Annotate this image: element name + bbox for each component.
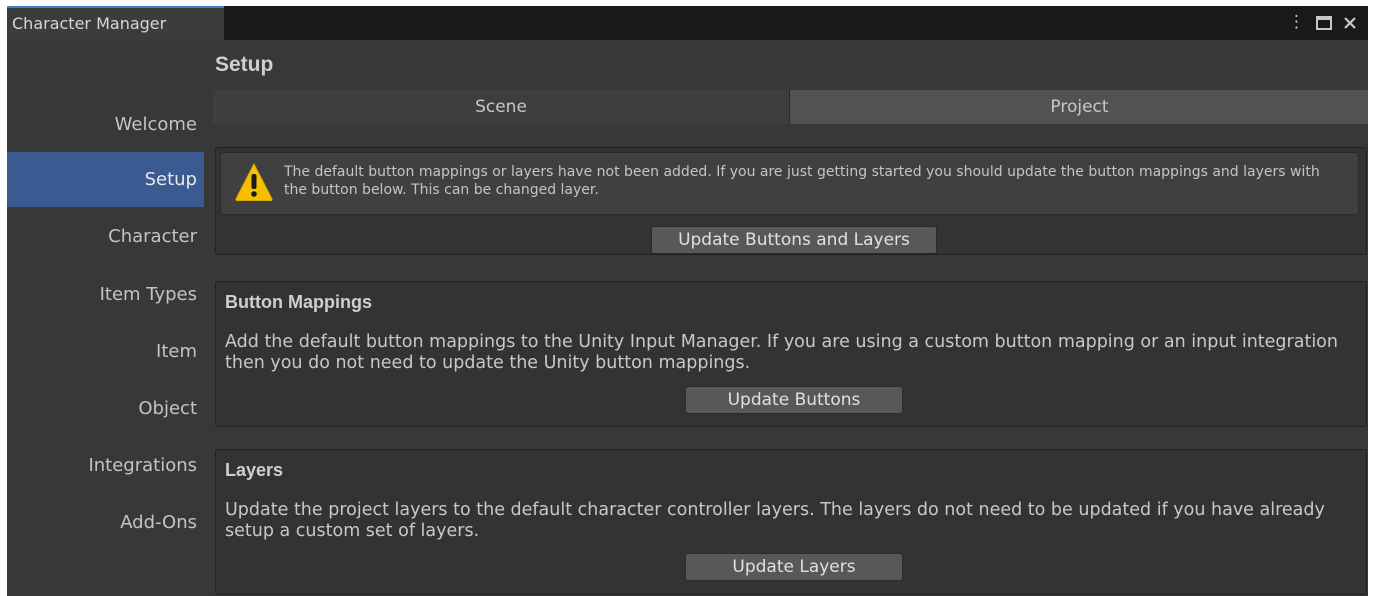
warning-helpbox: The default button mappings or layers ha… <box>220 152 1359 215</box>
more-menu-icon[interactable]: ⋮ <box>1288 6 1305 40</box>
tab-scene[interactable]: Scene <box>213 90 789 124</box>
sidebar-item-integrations[interactable]: Integrations <box>7 438 204 493</box>
update-buttons-button[interactable]: Update Buttons <box>685 386 903 414</box>
button-mappings-title: Button Mappings <box>225 292 372 312</box>
page-title: Setup <box>215 53 274 76</box>
warning-icon <box>235 162 273 206</box>
layers-title: Layers <box>225 460 284 480</box>
character-manager-window: Character Manager ⋮ Welcome Setup Charac… <box>7 6 1368 596</box>
sidebar-item-object[interactable]: Object <box>7 381 204 436</box>
warning-panel: The default button mappings or layers ha… <box>215 147 1367 255</box>
window-title: Character Manager <box>12 14 167 33</box>
sidebar-item-item-types[interactable]: Item Types <box>7 267 204 322</box>
close-icon[interactable] <box>1339 6 1361 40</box>
update-layers-button[interactable]: Update Layers <box>685 553 903 581</box>
sidebar-item-add-ons[interactable]: Add-Ons <box>7 495 204 550</box>
sidebar-item-welcome[interactable]: Welcome <box>7 97 204 152</box>
tab-project[interactable]: Project <box>789 90 1368 124</box>
sidebar: Welcome Setup Character Item Types Item … <box>7 40 204 596</box>
layers-description: Update the project layers to the default… <box>225 500 1325 541</box>
main-content: Setup Scene Project The default button m… <box>205 40 1368 596</box>
sidebar-item-character[interactable]: Character <box>7 209 204 264</box>
maximize-icon[interactable] <box>1312 6 1336 40</box>
update-buttons-and-layers-button[interactable]: Update Buttons and Layers <box>651 226 937 254</box>
button-mappings-description: Add the default button mappings to the U… <box>225 332 1338 373</box>
sidebar-item-item[interactable]: Item <box>7 324 204 379</box>
layers-panel: Layers Update the project layers to the … <box>215 449 1367 595</box>
button-mappings-panel: Button Mappings Add the default button m… <box>215 281 1367 427</box>
warning-message: The default button mappings or layers ha… <box>284 164 1320 198</box>
window-title-tab[interactable]: Character Manager <box>7 6 224 40</box>
title-bar: Character Manager ⋮ <box>7 6 1368 40</box>
sidebar-item-setup[interactable]: Setup <box>7 152 204 207</box>
